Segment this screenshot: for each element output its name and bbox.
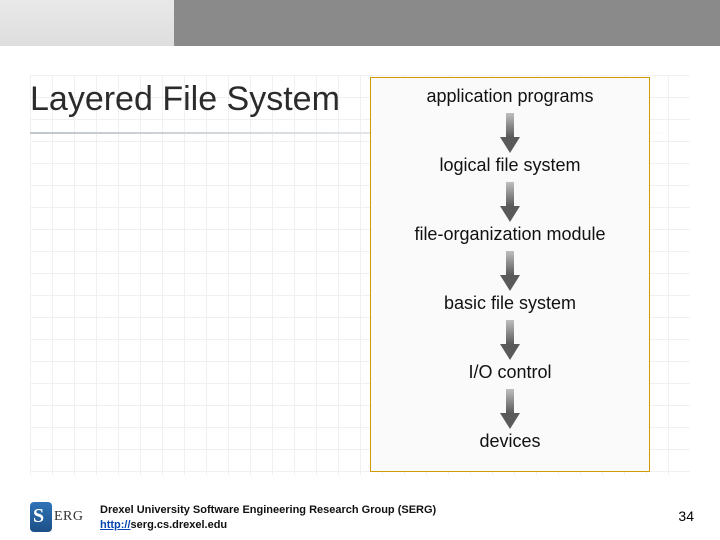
page-number: 34 bbox=[678, 508, 694, 524]
logo-text: ERG bbox=[54, 509, 84, 525]
footer: S ERG Drexel University Software Enginee… bbox=[0, 492, 720, 540]
layered-diagram: application programs logical file system… bbox=[370, 77, 650, 472]
arrow-down-icon bbox=[499, 251, 521, 291]
arrow-down-icon bbox=[499, 113, 521, 153]
top-bar-shade bbox=[174, 0, 720, 46]
link-scheme: http:// bbox=[100, 519, 131, 531]
slide: Layered File System application programs… bbox=[0, 0, 720, 540]
arrow-down-icon bbox=[499, 182, 521, 222]
top-bar bbox=[0, 0, 720, 46]
credit-link-line: http://serg.cs.drexel.edu bbox=[100, 518, 436, 532]
credit-link[interactable]: http:// bbox=[100, 519, 131, 531]
credit-line: Drexel University Software Engineering R… bbox=[100, 503, 436, 517]
credit-block: Drexel University Software Engineering R… bbox=[100, 503, 436, 532]
layer-file-organization-module: file-organization module bbox=[414, 224, 605, 245]
layer-basic-file-system: basic file system bbox=[444, 293, 576, 314]
logo-initial: S bbox=[33, 505, 44, 528]
arrow-down-icon bbox=[499, 389, 521, 429]
arrow-down-icon bbox=[499, 320, 521, 360]
layer-logical-file-system: logical file system bbox=[439, 155, 580, 176]
link-rest: serg.cs.drexel.edu bbox=[131, 519, 228, 531]
layer-devices: devices bbox=[479, 431, 540, 452]
page-title: Layered File System bbox=[30, 80, 340, 119]
serg-logo: S ERG bbox=[30, 502, 88, 532]
layer-io-control: I/O control bbox=[468, 362, 551, 383]
layer-application-programs: application programs bbox=[426, 86, 593, 107]
